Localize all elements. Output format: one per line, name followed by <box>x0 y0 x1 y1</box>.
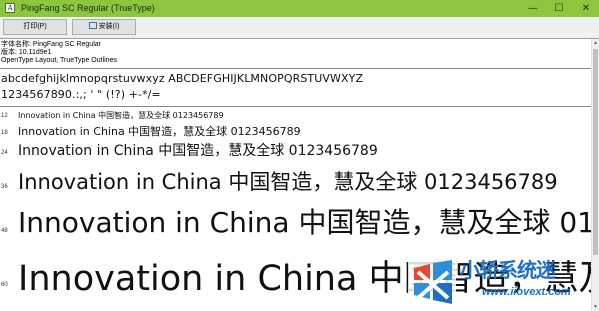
font-features-line: OpenType Layout, TrueType Outlines <box>1 57 117 64</box>
sample-text-36: Innovation in China 中国智造，慧及全球 0123456789 <box>18 170 558 194</box>
site-watermark: 小轿系统迷 www.iiovext.com <box>408 258 594 306</box>
close-button[interactable]: ✕ <box>573 0 599 17</box>
sample-size-label: 18 <box>1 130 8 136</box>
title-bar: A PingFang SC Regular (TrueType) — ☐ ✕ <box>0 0 599 17</box>
print-label: 打印(P) <box>23 23 47 30</box>
font-version-line: 版本: 10.11d9e1 <box>1 49 52 56</box>
print-button[interactable]: 打印(P) <box>3 19 67 35</box>
install-label: 安装(I) <box>98 23 120 30</box>
scrollbar-thumb[interactable] <box>593 49 598 255</box>
minimize-button[interactable]: — <box>520 0 546 17</box>
maximize-button[interactable]: ☐ <box>546 0 572 17</box>
watermark-name: 小轿系统迷 <box>460 260 556 282</box>
charset-digits-symbols: 1234567890.:,; ' " (!?) +-*/= <box>1 88 161 101</box>
font-file-icon: A <box>5 3 15 13</box>
install-button[interactable]: 安装(I) <box>72 19 136 35</box>
shield-icon <box>88 22 97 29</box>
font-name-line: 字体名称: PingFang SC Regular <box>1 41 101 48</box>
window-title: PingFang SC Regular (TrueType) <box>21 3 155 13</box>
charset-letters: abcdefghijklmnopqrstuvwxyz ABCDEFGHIJKLM… <box>1 72 364 85</box>
sample-size-label: 12 <box>1 113 8 119</box>
sample-text-48: Innovation in China 中国智造，慧及全球 0123456789 <box>18 206 591 239</box>
sample-size-label: 60 <box>1 282 8 288</box>
sample-text-24: Innovation in China 中国智造，慧及全球 0123456789 <box>18 143 378 159</box>
scroll-up-arrow-icon[interactable]: ▲ <box>592 39 599 47</box>
sample-text-18: Innovation in China 中国智造，慧及全球 0123456789 <box>18 125 301 138</box>
watermark-url: www.iiovext.com <box>482 286 571 298</box>
sample-text-12: Innovation in China 中国智造，慧及全球 0123456789 <box>18 111 224 120</box>
sample-size-label: 36 <box>1 184 8 190</box>
sample-size-label: 24 <box>1 150 8 156</box>
windows-logo-icon <box>408 260 456 304</box>
divider <box>0 106 591 107</box>
divider <box>0 68 591 69</box>
toolbar: 打印(P) 安装(I) <box>0 17 599 39</box>
sample-size-label: 48 <box>1 228 8 234</box>
